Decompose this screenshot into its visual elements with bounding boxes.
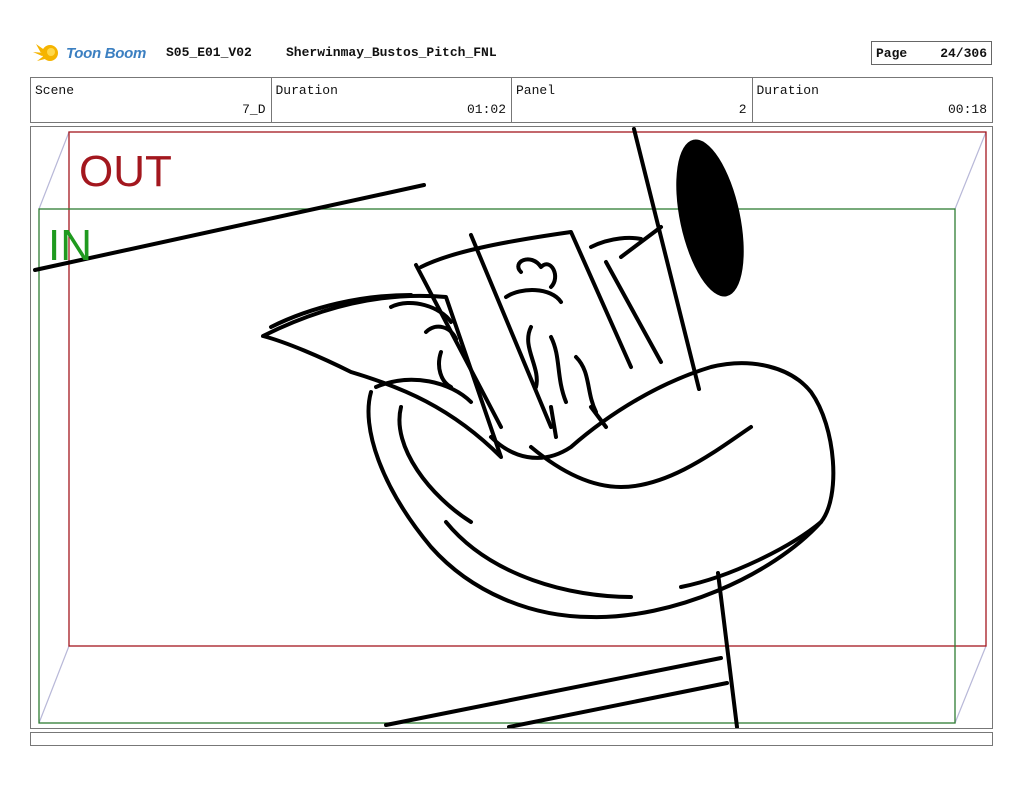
page-indicator: Page 24/306 bbox=[871, 41, 992, 65]
panel-duration-cell: Duration 00:18 bbox=[753, 78, 993, 122]
page-number: 24/306 bbox=[940, 45, 987, 61]
scene-cell: Scene 7_D bbox=[31, 78, 272, 122]
panel-duration-label: Duration bbox=[756, 83, 819, 98]
scene-duration-label: Duration bbox=[275, 83, 338, 98]
panel-info-bar: Scene 7_D Duration 01:02 Panel 2 Duratio… bbox=[30, 77, 993, 123]
scene-label: Scene bbox=[35, 83, 75, 98]
logo-burst-icon bbox=[33, 44, 58, 61]
panel-duration-value: 00:18 bbox=[947, 102, 987, 117]
storyboard-panel: OUT IN bbox=[30, 126, 993, 729]
toon-boom-logo: Toon Boom bbox=[32, 38, 162, 68]
panel-caption-bar bbox=[30, 732, 993, 746]
logo-text: Toon Boom bbox=[66, 44, 147, 62]
out-field-label: OUT bbox=[79, 147, 172, 196]
in-field-label: IN bbox=[48, 221, 92, 270]
panel-cell: Panel 2 bbox=[512, 78, 753, 122]
scene-duration-value: 01:02 bbox=[466, 102, 506, 117]
project-code: S05_E01_V02 bbox=[166, 45, 252, 60]
perspective-guides bbox=[38, 131, 987, 724]
scene-value: 7_D bbox=[242, 102, 266, 117]
page-label: Page bbox=[876, 45, 908, 61]
panel-drawing bbox=[33, 127, 987, 728]
eye-shape bbox=[676, 139, 744, 297]
panel-label: Panel bbox=[516, 83, 556, 98]
project-name: Sherwinmay_Bustos_Pitch_FNL bbox=[286, 45, 497, 60]
scene-duration-cell: Duration 01:02 bbox=[272, 78, 512, 122]
panel-value: 2 bbox=[738, 102, 747, 117]
